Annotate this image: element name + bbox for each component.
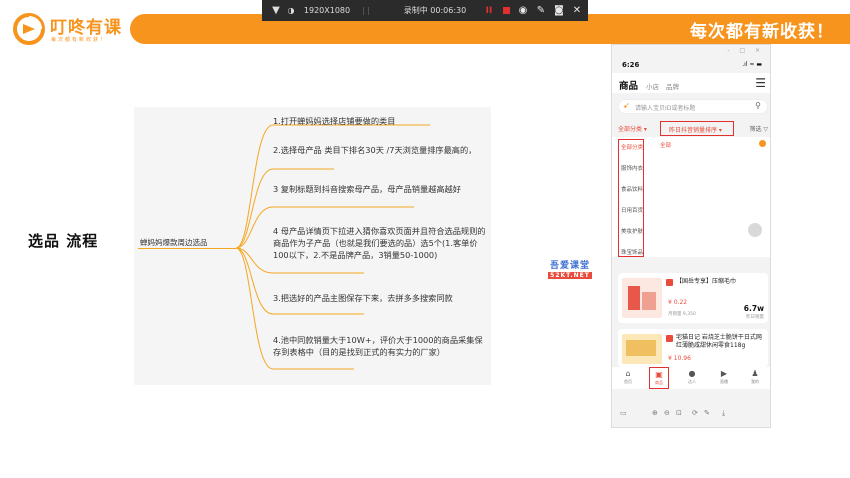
category-item[interactable]: 全部分类 [621,143,643,151]
logo-mark-icon [13,13,45,45]
logo-name: 叮咚有课 [50,18,122,38]
brush-icon[interactable]: ◉ [514,0,532,21]
category-item[interactable]: 食品饮料 [621,185,643,193]
app-title: 商品 [619,81,639,92]
logo-subtitle: 每次都有新收获！ [51,37,108,43]
category-item[interactable]: 美妆护肤 [621,227,643,235]
platform-badge-icon [666,279,673,286]
product-stat: 6.7w [743,304,764,313]
nav-label: 达人 [688,379,696,384]
toolbar-divider: | | [362,6,370,15]
mind-map-node: 4.池中同款销量大于10W+，评价大于1000的商品采集保存到表格中（目的是找到… [273,335,483,357]
pen-icon[interactable]: ✎ [532,0,550,21]
recorder-timer: 录制中 00:06:30 [403,6,467,15]
nav-profile[interactable]: ♟ 我的 [745,369,765,385]
nav-home[interactable]: ⌂ 首页 [618,369,638,385]
search-input[interactable]: ➹ 请输入宝贝ID或者标题 ⚲ [618,99,768,114]
watermark-text: 吾爱课堂 [549,261,590,271]
pause-icon[interactable]: II [480,0,498,21]
floating-button[interactable] [748,223,762,237]
nav-influencers[interactable]: ● 达人 [682,369,702,385]
product-price: ¥ 0.22 [668,299,688,306]
mind-map-node: 3.把选好的产品主图保存下来，去拼多多搜索同款 [273,293,453,303]
logo-small-icon: ➹ [623,101,630,110]
product-stat-label: 昨日销量 [746,315,764,320]
filter-more[interactable]: 筛选 ▽ [749,124,768,133]
zoom-in-icon[interactable]: ⊕ [652,409,658,417]
shop-bag-icon: ▣ [655,370,663,379]
product-title: 【国岳专享】压缩毛巾 [676,278,737,285]
recorder-toolbar: ▼ ◑ 1920X1080 | | 录制中 00:06:30 II ◉ ✎ ◙ … [262,0,588,21]
download-icon[interactable]: ⤓ [722,409,725,418]
product-sales: 月销量 9,350 [668,312,696,317]
nav-label: 直播 [720,379,728,384]
phone-screenshot: - □ × 6:26 .ıl ≈ ▬ 商品 小店 品牌 ☰ ➹ 请输入宝贝ID或… [611,44,771,428]
recorder-resolution[interactable]: 1920X1080 [300,0,354,21]
page-title: 选品 流程 [28,232,99,250]
mind-map: 蝉妈妈爆款周边选品 1.打开蝉妈妈选择店铺要做的类目 2.选择母产品 类目下排名… [134,107,491,385]
category-item[interactable]: 服饰内衣 [621,164,643,172]
emulator-toolbar: ▭ ⊕ ⊖ ⊡ ⟳ ✎ ⤓ [612,401,770,427]
filter-bar: 全部分类 ▾ 昨日抖音销量排序 ▾ 筛选 ▽ [612,121,770,137]
search-icon[interactable]: ⚲ [755,101,761,110]
window-controls[interactable]: - □ × [727,47,764,54]
category-item[interactable]: 日用百货 [621,206,643,214]
check-icon [759,140,766,147]
product-image [622,278,662,318]
close-icon[interactable]: ✕ [568,0,586,21]
tab-brand[interactable]: 品牌 [666,81,679,91]
product-card[interactable]: 【国岳专享】压缩毛巾 ¥ 0.22 月销量 9,350 6.7w 昨日销量 [618,273,768,323]
camera-icon[interactable]: ◙ [550,0,568,21]
nav-products[interactable]: ▣ 商品 [649,367,669,389]
menu-icon[interactable]: ☰ [755,76,766,90]
nav-label: 商品 [655,380,663,385]
fit-icon[interactable]: ⊡ [676,409,682,417]
mind-map-node: 2.选择母产品 类目下排名30天 /7天浏览量排序最高的， [273,145,477,155]
home-icon: ⌂ [625,369,631,378]
stop-icon[interactable] [498,0,514,21]
header-slogan: 每次都有新收获！ [690,22,834,42]
product-image [622,334,662,364]
product-title: 宅猫日记 岩烧芝士脆饼干日式网红薄脆咸甜休闲零食118g [676,334,762,349]
filter-sort-label: 昨日抖音销量排序 ▾ [669,127,722,134]
edit-icon[interactable]: ✎ [704,409,710,417]
category-list: 全部分类 服饰内衣 食品饮料 日用百货 美妆护肤 珠宝饰品 [618,139,644,257]
search-placeholder: 请输入宝贝ID或者标题 [635,105,696,112]
screen-icon[interactable]: ▭ [620,409,627,417]
platform-badge-icon [666,335,673,342]
mind-map-node: 3 复制标题到抖音搜索母产品，母产品销量越高越好 [273,184,461,194]
mind-map-node: 1.打开蝉妈妈选择店铺要做的类目 [273,116,396,126]
category-item[interactable]: 珠宝饰品 [621,248,643,256]
rotate-icon[interactable]: ⟳ [692,409,698,417]
watermark: 吾爱课堂 52KT.NET [548,258,592,279]
mind-map-node: 4 母产品详情页下拉进入猜你喜欢页面并且符合选品规则的商品作为子产品（也就是我们… [273,226,486,260]
brand-logo: 叮咚有课 每次都有新收获！ [12,10,124,50]
people-icon: ● [688,369,696,378]
nav-label: 我的 [751,379,759,384]
user-icon: ♟ [751,369,759,378]
app-header: 商品 小店 品牌 ☰ [612,73,770,93]
product-price: ¥ 10.96 [668,355,691,362]
product-card[interactable]: 宅猫日记 岩烧芝士脆饼干日式网红薄脆咸甜休闲零食118g ¥ 10.96 [618,329,768,367]
status-time: 6:26 [622,61,640,69]
watermark-url: 52KT.NET [548,272,592,279]
bottom-nav: ⌂ 首页 ▣ 商品 ● 达人 ▶ 直播 ♟ 我的 [612,367,770,389]
filter-category[interactable]: 全部分类 ▾ [618,124,647,133]
sub-category-selected[interactable]: 全部 [660,141,671,149]
category-panel: 全部分类 服饰内衣 食品饮料 日用百货 美妆护肤 珠宝饰品 全部 [612,137,770,257]
video-icon: ▶ [720,369,728,378]
signal-icon: .ıl ≈ ▬ [742,61,762,68]
nav-live[interactable]: ▶ 直播 [714,369,734,385]
mind-map-root: 蝉妈妈爆款周边选品 [140,238,208,247]
slide-page: 叮咚有课 每次都有新收获！ 每次都有新收获！ ▼ ◑ 1920X1080 | |… [0,0,850,478]
zoom-out-icon[interactable]: ⊖ [664,409,670,417]
nav-label: 首页 [624,379,632,384]
contrast-icon[interactable]: ◑ [284,0,298,21]
root-underline [138,248,236,249]
pin-icon[interactable]: ▼ [268,0,284,21]
tab-shop[interactable]: 小店 [646,81,659,91]
filter-sort[interactable]: 昨日抖音销量排序 ▾ [660,121,734,136]
